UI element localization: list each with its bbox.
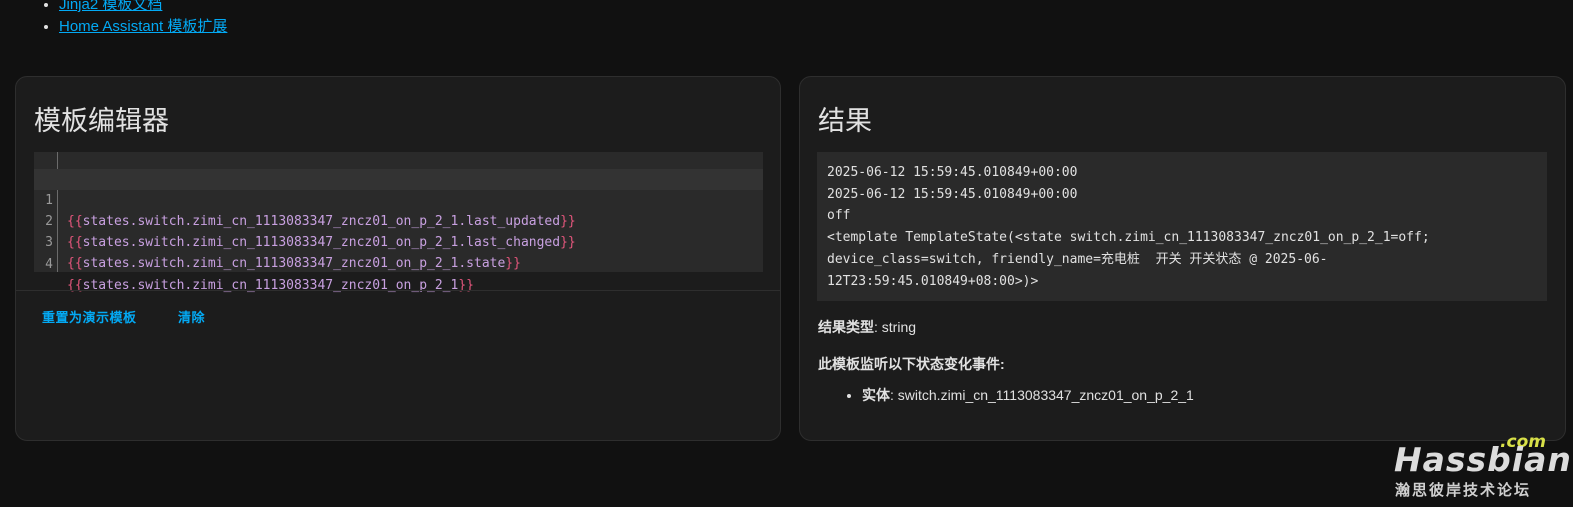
output-line: off	[827, 208, 851, 224]
output-line: 2025-06-12 15:59:45.010849+00:00	[827, 186, 1078, 202]
result-card: 结果 2025-06-12 15:59:45.010849+00:00 2025…	[799, 76, 1566, 441]
hassbian-watermark: .com Hassbian 瀚思彼岸技术论坛	[1392, 432, 1571, 502]
close-brace: }}	[505, 256, 521, 271]
code-line[interactable]: 1 {{states.switch.zimi_cn_1113083347_znc…	[34, 169, 763, 229]
list-item: Home Assistant 模板扩展	[59, 16, 227, 38]
code-line[interactable]: 4 {{states.switch.zimi_cn_1113083347_znc…	[34, 233, 763, 293]
watermark-subtitle: 瀚思彼岸技术论坛	[1395, 481, 1532, 499]
listen-heading: 此模板监听以下状态变化事件:	[818, 356, 1005, 372]
card-divider	[16, 290, 780, 291]
ha-template-extension-link[interactable]: Home Assistant 模板扩展	[59, 18, 227, 35]
reset-demo-template-button[interactable]: 重置为演示模板	[42, 307, 137, 326]
card-title: 模板编辑器	[34, 106, 169, 137]
entity-value: switch.zimi_cn_1113083347_zncz01_on_p_2_…	[897, 387, 1194, 403]
result-type-value: string	[881, 319, 917, 335]
result-type-label: 结果类型	[818, 319, 874, 335]
code-line[interactable]: 2 {{states.switch.zimi_cn_1113083347_znc…	[34, 190, 763, 250]
entity-list: 实体: switch.zimi_cn_1113083347_zncz01_on_…	[842, 383, 1194, 407]
jinja2-docs-link[interactable]: Jinja2 模板文档	[59, 0, 162, 13]
code-editor[interactable]: 1 {{states.switch.zimi_cn_1113083347_znc…	[34, 152, 763, 293]
list-item: 实体: switch.zimi_cn_1113083347_zncz01_on_…	[862, 383, 1194, 407]
template-editor-card: 模板编辑器 1 {{states.switch.zimi_cn_11130833…	[15, 76, 781, 441]
card-title: 结果	[818, 106, 872, 137]
watermark-name: Hassbian	[1394, 440, 1572, 479]
result-type: 结果类型: string	[818, 319, 917, 335]
output-line: 12T23:59:45.010849+08:00>)>	[827, 273, 1039, 289]
doc-links: Jinja2 模板文档 Home Assistant 模板扩展	[38, 0, 227, 38]
code-line[interactable]: 3 {{states.switch.zimi_cn_1113083347_znc…	[34, 211, 763, 271]
output-line: <template TemplateState(<state switch.zi…	[827, 230, 1430, 246]
output-line: 2025-06-12 15:59:45.010849+00:00	[827, 165, 1078, 180]
result-output: 2025-06-12 15:59:45.010849+00:00 2025-06…	[817, 152, 1547, 301]
clear-button[interactable]: 清除	[178, 307, 205, 326]
list-item: Jinja2 模板文档	[59, 0, 227, 16]
line-number: 4	[45, 257, 53, 272]
code-text: states.switch.zimi_cn_1113083347_zncz01_…	[82, 256, 506, 271]
output-line: device_class=switch, friendly_name=充电桩 开…	[827, 251, 1328, 267]
entity-label: 实体	[862, 387, 890, 403]
